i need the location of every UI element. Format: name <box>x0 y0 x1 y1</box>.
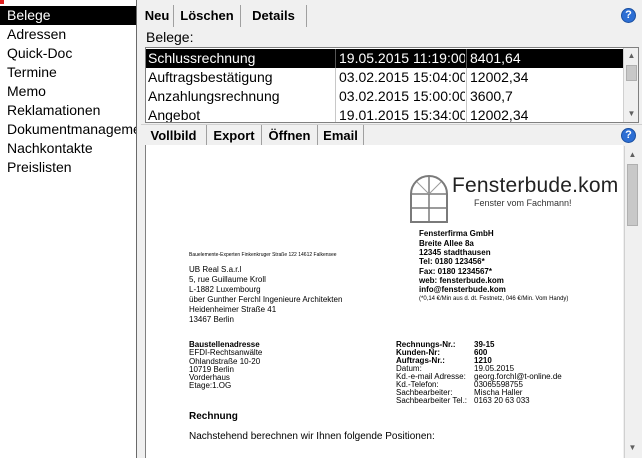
cell-name: Anzahlungsrechnung <box>148 88 280 104</box>
site-line: Etage:1.OG <box>189 381 232 390</box>
nav-item-preislisten[interactable]: Preislisten <box>0 158 136 177</box>
export-button[interactable]: Export <box>207 125 262 147</box>
logo-name: Fensterbude.kom <box>452 174 619 197</box>
cell-amount: 8401,64 <box>470 50 521 66</box>
cell-date: 03.02.2015 15:00:00 <box>339 88 465 104</box>
document-preview: Fensterbude.kom Fenster vom Fachmann! Ba… <box>145 145 623 458</box>
cell-amount: 3600,7 <box>470 88 513 104</box>
help-icon[interactable]: ? <box>621 8 636 23</box>
nav-item-reklamationen[interactable]: Reklamationen <box>0 101 136 120</box>
cell-amount: 12002,34 <box>470 69 529 85</box>
delete-button[interactable]: Löschen <box>174 5 241 27</box>
company-line: Tel: 0180 123456* <box>419 257 485 266</box>
nav-item-nachkontakte[interactable]: Nachkontakte <box>0 139 136 158</box>
window-logo-icon <box>410 175 448 223</box>
document-intro: Nachstehend berechnen wir Ihnen folgende… <box>189 431 435 442</box>
nav-item-belege[interactable]: Belege <box>0 6 136 25</box>
company-note: (*0,14 €/Min aus d. dt. Festnetz, 046 €/… <box>419 296 569 302</box>
new-button[interactable]: Neu <box>141 5 174 27</box>
sender-line: Bauelemente-Experten Finkenkruger Straße… <box>189 252 337 258</box>
recipient-line: L-1882 Luxembourg <box>189 285 261 294</box>
table-row[interactable]: Angebot 19.01.2015 15:34:00 12002,34 <box>146 106 624 123</box>
cell-amount: 12002,34 <box>470 107 529 123</box>
nav-item-termine[interactable]: Termine <box>0 63 136 82</box>
logo-tagline: Fenster vom Fachmann! <box>474 198 572 208</box>
preview-scrollbar[interactable]: ▲ ▼ <box>624 146 640 458</box>
nav-item-dokumentmanagement[interactable]: Dokumentmanagement <box>0 120 136 139</box>
belege-table: Schlussrechnung 19.05.2015 11:19:00 8401… <box>145 47 639 123</box>
nav-item-quick-doc[interactable]: Quick-Doc <box>0 44 136 63</box>
recipient-line: UB Real S.a.r.l <box>189 265 242 274</box>
recipient-line: 5, rue Guillaume Kroll <box>189 275 266 284</box>
cell-name: Schlussrechnung <box>148 50 256 66</box>
cell-date: 19.01.2015 15:34:00 <box>339 107 465 123</box>
scroll-down-arrow-icon[interactable]: ▼ <box>625 440 640 456</box>
scroll-thumb[interactable] <box>627 164 638 226</box>
table-row[interactable]: Anzahlungsrechnung 03.02.2015 15:00:00 3… <box>146 87 624 106</box>
window-corner-marker <box>0 0 4 4</box>
scroll-thumb[interactable] <box>626 65 637 81</box>
help-icon[interactable]: ? <box>621 128 636 143</box>
recipient-line: 13467 Berlin <box>189 315 234 324</box>
recipient-line: über Gunther Ferchl Ingenieure Architekt… <box>189 295 343 304</box>
company-line: info@fensterbude.kom <box>419 285 506 294</box>
scroll-up-arrow-icon[interactable]: ▲ <box>624 48 638 64</box>
recipient-line: Heidenheimer Straße 41 <box>189 305 277 314</box>
company-name: Fensterfirma GmbH <box>419 229 494 238</box>
preview-toolbar: Vollbild Export Öffnen Email ? <box>141 124 642 147</box>
cell-date: 19.05.2015 11:19:00 <box>339 50 465 66</box>
cell-name: Angebot <box>148 107 201 123</box>
cell-date: 03.02.2015 15:04:00 <box>339 69 465 85</box>
belege-toolbar: Neu Löschen Details ? <box>141 5 642 29</box>
navigation-panel: Belege Adressen Quick-Doc Termine Memo R… <box>0 0 137 458</box>
info-label: Sachbearbeiter Tel.: <box>396 396 468 405</box>
list-scrollbar[interactable]: ▲ ▼ <box>623 48 638 122</box>
details-button[interactable]: Details <box>241 5 307 27</box>
belege-label: Belege: <box>146 29 194 45</box>
scroll-up-arrow-icon[interactable]: ▲ <box>625 147 640 163</box>
scroll-down-arrow-icon[interactable]: ▼ <box>624 106 638 122</box>
table-row[interactable]: Auftragsbestätigung 03.02.2015 15:04:00 … <box>146 68 624 87</box>
cell-name: Auftragsbestätigung <box>148 69 273 85</box>
document-heading: Rechnung <box>189 411 238 422</box>
fullscreen-button[interactable]: Vollbild <box>141 125 207 147</box>
nav-item-adressen[interactable]: Adressen <box>0 25 136 44</box>
nav-item-memo[interactable]: Memo <box>0 82 136 101</box>
email-button[interactable]: Email <box>318 125 364 147</box>
info-value: 0163 20 63 033 <box>474 396 530 405</box>
open-button[interactable]: Öffnen <box>262 125 318 147</box>
table-row[interactable]: Schlussrechnung 19.05.2015 11:19:00 8401… <box>146 49 624 68</box>
